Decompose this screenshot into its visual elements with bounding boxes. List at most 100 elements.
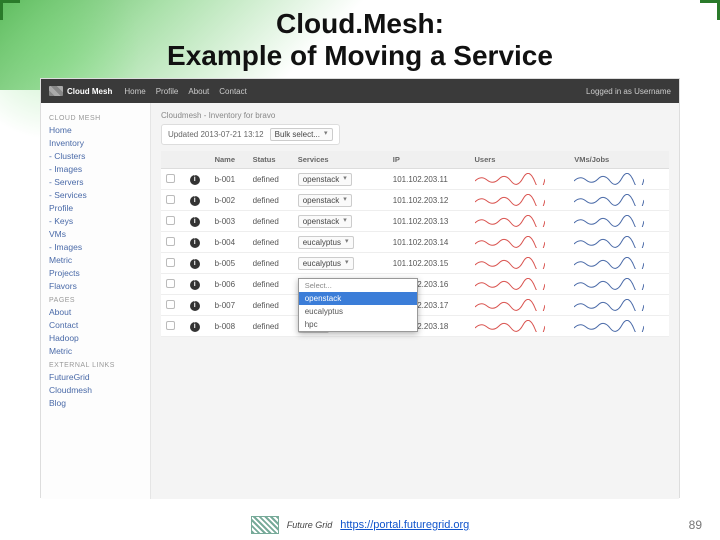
cell-name: b-002 <box>210 190 248 211</box>
vms-sparkline <box>574 257 644 269</box>
sidebar-item[interactable]: Blog <box>49 398 142 408</box>
app-brand: Cloud Mesh <box>49 86 112 96</box>
sidebar-item[interactable]: Metric <box>49 255 142 265</box>
info-icon[interactable]: i <box>190 217 200 227</box>
sidebar-item[interactable]: - Keys <box>49 216 142 226</box>
title-line-2: Example of Moving a Service <box>0 40 720 72</box>
cell-ip: 101.102.203.15 <box>388 253 470 274</box>
sidebar-item[interactable]: Home <box>49 125 142 135</box>
app-screenshot: Cloud Mesh Home Profile About Contact Lo… <box>40 78 680 498</box>
cell-status: defined <box>248 253 293 274</box>
cell-status: defined <box>248 169 293 190</box>
row-checkbox[interactable] <box>166 237 175 246</box>
sidebar: CLOUD MESH Home Inventory - Clusters - Image… <box>41 103 151 499</box>
vms-sparkline <box>574 173 644 185</box>
service-dropdown-open[interactable]: Select... openstackeucalyptushpc <box>298 278 418 332</box>
service-select[interactable]: openstack <box>298 194 352 207</box>
sidebar-item[interactable]: - Images <box>49 164 142 174</box>
column-header <box>185 151 210 169</box>
sidebar-item[interactable]: - Clusters <box>49 151 142 161</box>
dropdown-option[interactable]: openstack <box>299 292 417 305</box>
column-header: Status <box>248 151 293 169</box>
users-sparkline <box>475 215 545 227</box>
dropdown-header: Select... <box>299 279 417 292</box>
table-row: ib-002definedopenstack101.102.203.12 <box>161 190 669 211</box>
slide-title: Cloud.Mesh: Example of Moving a Service <box>0 0 720 74</box>
sidebar-heading: CLOUD MESH <box>49 115 142 122</box>
sidebar-item[interactable]: FutureGrid <box>49 372 142 382</box>
bulk-select-dropdown[interactable]: Bulk select... <box>270 128 333 141</box>
sidebar-item[interactable]: VMs <box>49 229 142 239</box>
page-number: 89 <box>689 518 702 532</box>
nav-contact[interactable]: Contact <box>219 87 247 96</box>
row-checkbox[interactable] <box>166 279 175 288</box>
sidebar-item[interactable]: - Servers <box>49 177 142 187</box>
brand-text: Cloud Mesh <box>67 87 112 96</box>
dropdown-option[interactable]: eucalyptus <box>299 305 417 318</box>
nav-home[interactable]: Home <box>124 87 145 96</box>
column-header: Users <box>470 151 570 169</box>
column-header <box>375 151 387 169</box>
row-checkbox[interactable] <box>166 300 175 309</box>
vms-sparkline <box>574 236 644 248</box>
cell-name: b-008 <box>210 316 248 337</box>
row-checkbox[interactable] <box>166 174 175 183</box>
info-icon[interactable]: i <box>190 175 200 185</box>
service-select[interactable]: eucalyptus <box>298 257 354 270</box>
futuregrid-logo-text: Future Grid <box>287 520 333 530</box>
title-line-1: Cloud.Mesh: <box>0 8 720 40</box>
table-header-row: NameStatusServicesIPUsersVMs/Jobs <box>161 151 669 169</box>
table-row: i b-005defined eucalyptus 101.102.203.15 <box>161 253 669 274</box>
sidebar-item[interactable]: About <box>49 307 142 317</box>
service-select[interactable]: eucalyptus <box>298 236 354 249</box>
app-body: CLOUD MESH Home Inventory - Clusters - Image… <box>41 103 679 499</box>
sidebar-item[interactable]: - Images <box>49 242 142 252</box>
users-sparkline <box>475 236 545 248</box>
info-icon[interactable]: i <box>190 280 200 290</box>
sidebar-item[interactable]: Projects <box>49 268 142 278</box>
main-panel: Cloudmesh - Inventory for bravo Updated … <box>151 103 679 499</box>
sidebar-item[interactable]: Hadoop <box>49 333 142 343</box>
column-header: IP <box>388 151 470 169</box>
users-sparkline <box>475 299 545 311</box>
row-checkbox[interactable] <box>166 216 175 225</box>
sidebar-item[interactable]: Inventory <box>49 138 142 148</box>
cell-ip: 101.102.203.11 <box>388 169 470 190</box>
info-icon[interactable]: i <box>190 259 200 269</box>
sidebar-item[interactable]: Metric <box>49 346 142 356</box>
info-icon[interactable]: i <box>190 301 200 311</box>
nav-about[interactable]: About <box>188 87 209 96</box>
sidebar-item[interactable]: Cloudmesh <box>49 385 142 395</box>
row-checkbox[interactable] <box>166 321 175 330</box>
service-select[interactable]: openstack <box>298 215 352 228</box>
nav-profile[interactable]: Profile <box>156 87 179 96</box>
sidebar-item[interactable]: Profile <box>49 203 142 213</box>
sidebar-item[interactable]: - Services <box>49 190 142 200</box>
footer-link[interactable]: https://portal.futuregrid.org <box>340 519 469 531</box>
users-sparkline <box>475 194 545 206</box>
vms-sparkline <box>574 320 644 332</box>
cell-status: defined <box>248 295 293 316</box>
login-status: Logged in as Username <box>586 87 671 96</box>
slide-corner-tr <box>700 0 720 20</box>
users-sparkline <box>475 173 545 185</box>
updated-timestamp: Updated 2013-07-21 13:12 <box>168 130 264 139</box>
vms-sparkline <box>574 299 644 311</box>
row-checkbox[interactable] <box>166 258 175 267</box>
sidebar-item[interactable]: Contact <box>49 320 142 330</box>
info-icon[interactable]: i <box>190 322 200 332</box>
brand-logo-icon <box>49 86 63 96</box>
vms-sparkline <box>574 215 644 227</box>
row-checkbox[interactable] <box>166 195 175 204</box>
sidebar-item[interactable]: Flavors <box>49 281 142 291</box>
service-select[interactable]: openstack <box>298 173 352 186</box>
app-topbar: Cloud Mesh Home Profile About Contact Lo… <box>41 79 679 103</box>
cell-name: b-005 <box>210 253 248 274</box>
column-header: Name <box>210 151 248 169</box>
cell-ip: 101.102.203.14 <box>388 232 470 253</box>
table-row: ib-001definedopenstack101.102.203.11 <box>161 169 669 190</box>
info-icon[interactable]: i <box>190 238 200 248</box>
sidebar-heading: PAGES <box>49 297 142 304</box>
dropdown-option[interactable]: hpc <box>299 318 417 331</box>
info-icon[interactable]: i <box>190 196 200 206</box>
